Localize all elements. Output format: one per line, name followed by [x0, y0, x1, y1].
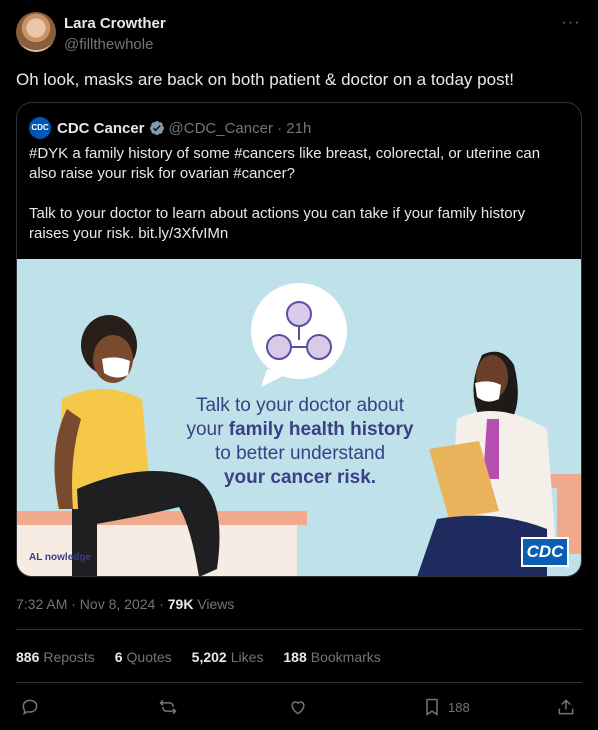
repost-button[interactable] [158, 695, 178, 719]
divider [16, 629, 582, 630]
image-caption: Talk to your doctor about your family he… [145, 394, 455, 490]
reply-icon [22, 699, 38, 716]
author-handle[interactable]: @fillthewhole [64, 36, 153, 53]
bookmark-count: 188 [448, 699, 470, 715]
caption-line-3: to better understand [214, 443, 386, 464]
share-icon [558, 699, 574, 715]
tweet-stats: 886 Reposts 6 Quotes 5,202 Likes 188 Bookmar… [16, 649, 381, 665]
cdc-avatar[interactable]: CDC [29, 117, 51, 139]
share-button[interactable] [556, 695, 576, 719]
more-icon[interactable]: ··· [560, 14, 582, 34]
like-icon [291, 701, 305, 715]
reply-button[interactable] [20, 695, 40, 719]
bookmarks-stat[interactable]: 188 Bookmarks [283, 649, 380, 665]
tweet-header: Lara Crowther @fillthewhole ··· [16, 12, 582, 56]
verified-icon [149, 121, 164, 136]
tweet-text: Oh look, masks are back on both patient … [16, 70, 515, 89]
quote-author-name[interactable]: CDC Cancer [57, 120, 145, 137]
know-logo: AL nowledge [29, 552, 92, 563]
divider [16, 682, 582, 683]
tweet-timestamp[interactable]: 7:32 AM · Nov 8, 2024 · 79K Views [16, 596, 234, 612]
bookmark-icon [426, 698, 438, 716]
quote-handle-time[interactable]: @CDC_Cancer · 21h [169, 120, 312, 137]
caption-line-1: Talk to your doctor about [195, 395, 405, 416]
reposts-stat[interactable]: 886 Reposts [16, 649, 95, 665]
caption-line-2: your family health history [186, 419, 414, 440]
quote-header: CDC CDC Cancer @CDC_Cancer · 21h [29, 117, 311, 139]
likes-stat[interactable]: 5,202 Likes [192, 649, 264, 665]
like-button[interactable] [288, 695, 308, 719]
quote-text: #DYK a family history of some #cancers l… [29, 145, 541, 242]
quoted-tweet[interactable]: CDC CDC Cancer @CDC_Cancer · 21h #DYK a … [16, 102, 582, 577]
caption-line-4: your cancer risk. [223, 467, 377, 488]
views-count: 79K [167, 596, 194, 612]
cdc-avatar-text: CDC [31, 123, 49, 132]
action-bar: 188 [16, 695, 582, 721]
repost-icon [159, 699, 177, 715]
quote-image[interactable]: Talk to your doctor about your family he… [17, 259, 581, 576]
avatar[interactable] [16, 12, 56, 52]
bookmark-button[interactable]: 188 [422, 695, 470, 719]
cdc-logo: CDC [521, 537, 569, 567]
author-name[interactable]: Lara Crowther [64, 15, 166, 32]
quotes-stat[interactable]: 6 Quotes [115, 649, 172, 665]
